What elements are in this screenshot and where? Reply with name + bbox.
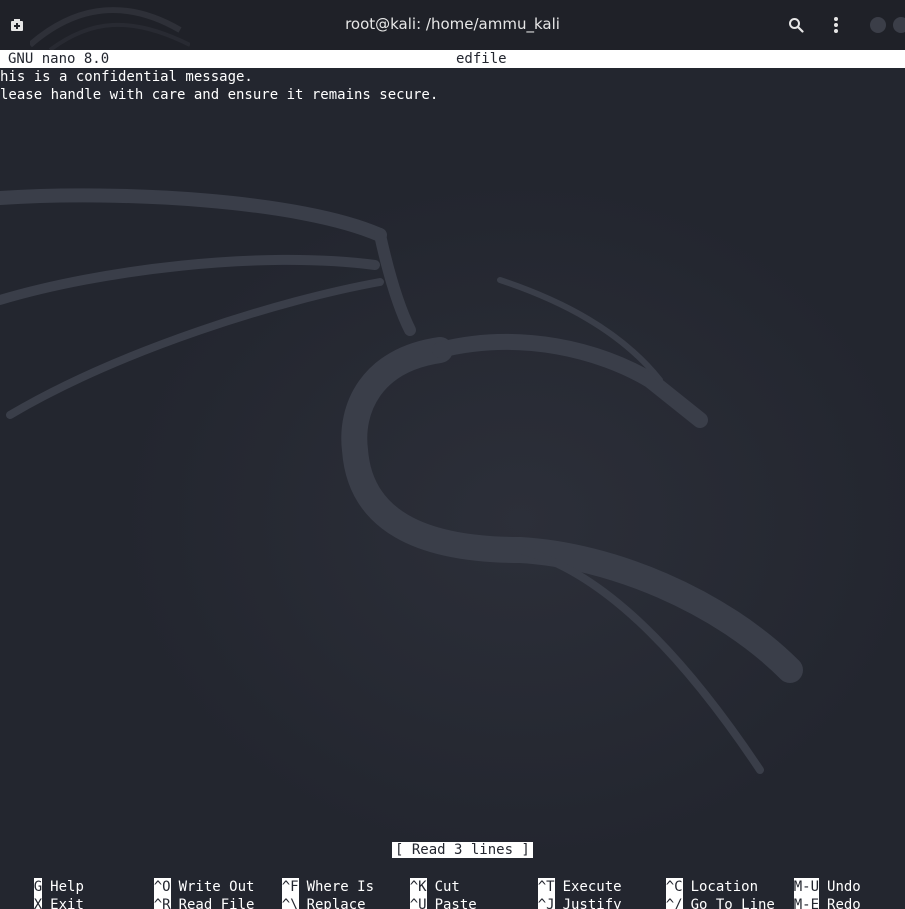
shortcut-undo[interactable]: M-U Undo xyxy=(760,860,861,896)
shortcut-read-file[interactable]: ^R Read File xyxy=(120,878,254,909)
search-button[interactable] xyxy=(781,10,811,40)
menu-button[interactable] xyxy=(821,10,851,40)
editor-line[interactable]: lease handle with care and ensure it rem… xyxy=(0,86,438,104)
shortcut-key: ^U xyxy=(409,896,427,909)
shortcut-justify[interactable]: ^J Justify xyxy=(504,878,622,909)
shortcut-cut[interactable]: ^K Cut xyxy=(376,860,460,896)
shortcut-key: ^R xyxy=(153,896,171,909)
shortcut-label: Read File xyxy=(178,897,255,909)
shortcut-key: M-E xyxy=(793,896,820,909)
shortcut-write-out[interactable]: ^O Write Out xyxy=(120,860,254,896)
shortcut-location[interactable]: ^C Location xyxy=(632,860,758,896)
kebab-menu-icon xyxy=(834,17,838,33)
shortcut-redo[interactable]: M-E Redo xyxy=(760,878,861,909)
nano-header-bar: GNU nano 8.0 edfile xyxy=(0,50,905,68)
editor-line[interactable]: his is a confidential message. xyxy=(0,68,253,86)
kali-dragon-icon xyxy=(0,180,905,860)
shortcut-label: Redo xyxy=(827,897,861,909)
window-titlebar: root@kali: /home/ammu_kali xyxy=(0,0,905,51)
search-icon xyxy=(789,18,804,33)
nano-version: GNU nano 8.0 xyxy=(8,51,110,67)
shortcut-label: Exit xyxy=(50,897,84,909)
shortcut-label: Paste xyxy=(434,897,477,909)
minimize-button[interactable] xyxy=(870,17,886,33)
shortcut-help[interactable]: G Help xyxy=(0,860,84,896)
shortcut-replace[interactable]: ^\ Replace xyxy=(248,878,366,909)
shortcut-exit[interactable]: X Exit xyxy=(0,878,84,909)
status-message: [ Read 3 lines ] xyxy=(392,842,533,858)
nano-filename: edfile xyxy=(456,51,507,67)
window-title: root@kali: /home/ammu_kali xyxy=(345,15,560,33)
shortcut-key: ^/ xyxy=(665,896,683,909)
terminal-area[interactable]: GNU nano 8.0 edfile his is a confidentia… xyxy=(0,50,905,909)
maximize-button[interactable] xyxy=(893,17,905,33)
shortcut-key: X xyxy=(33,896,43,909)
shortcut-key: ^\ xyxy=(281,896,299,909)
shortcut-paste[interactable]: ^U Paste xyxy=(376,878,477,909)
shortcut-label: Justify xyxy=(562,897,622,909)
shortcut-key: ^J xyxy=(537,896,555,909)
shortcut-where-is[interactable]: ^F Where Is xyxy=(248,860,374,896)
shortcut-execute[interactable]: ^T Execute xyxy=(504,860,622,896)
shortcut-label: Replace xyxy=(306,897,366,909)
shortcut-go-to-line[interactable]: ^/Go To Line xyxy=(632,878,775,909)
